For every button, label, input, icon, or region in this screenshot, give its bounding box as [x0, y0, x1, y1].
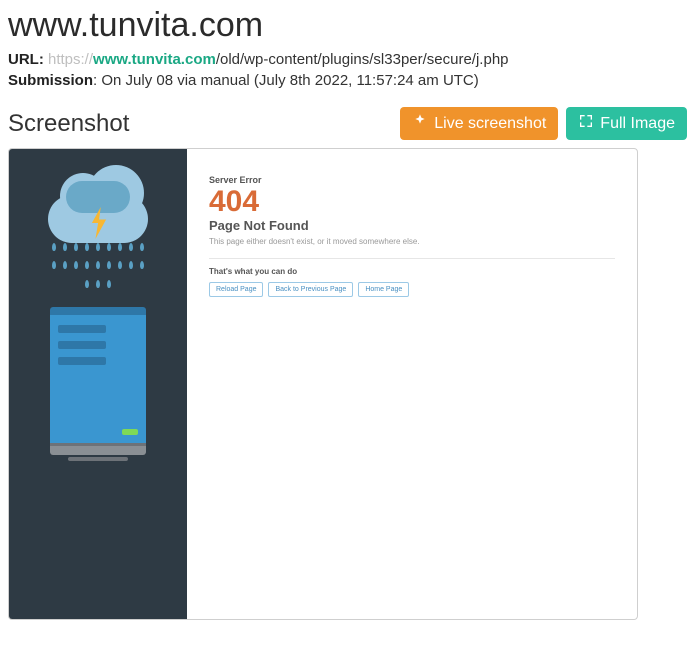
error-code: 404 [209, 185, 615, 218]
submission-label: Submission [8, 72, 93, 89]
reload-page-button[interactable]: Reload Page [209, 282, 263, 297]
expand-icon [578, 113, 594, 134]
url-path: /old/wp-content/plugins/sl33per/secure/j… [216, 51, 509, 68]
screenshot-sidebar [9, 149, 187, 619]
server-error-label: Server Error [209, 175, 615, 185]
page-title: www.tunvita.com [8, 6, 687, 45]
submission-text: : On July 08 via manual (July 8th 2022, … [93, 72, 479, 89]
url-line: URL: https://www.tunvita.com/old/wp-cont… [8, 51, 687, 68]
storm-cloud-icon [38, 177, 158, 297]
full-image-button[interactable]: Full Image [566, 107, 687, 140]
screenshot-content: Server Error 404 Page Not Found This pag… [187, 149, 637, 619]
url-protocol: https:// [48, 51, 93, 68]
url-label: URL: [8, 51, 44, 68]
live-screenshot-label: Live screenshot [434, 115, 546, 133]
section-heading: Screenshot [8, 110, 129, 138]
error-description: This page either doesn't exist, or it mo… [209, 237, 615, 246]
rain-icon [50, 243, 146, 293]
lightning-icon [88, 207, 110, 239]
full-image-label: Full Image [600, 115, 675, 133]
submission-line: Submission: On July 08 via manual (July … [8, 72, 687, 89]
back-button[interactable]: Back to Previous Page [268, 282, 353, 297]
divider [209, 258, 615, 259]
home-page-button[interactable]: Home Page [358, 282, 409, 297]
page-not-found-label: Page Not Found [209, 218, 615, 233]
sparkle-icon [412, 113, 428, 134]
screenshot-preview[interactable]: Server Error 404 Page Not Found This pag… [8, 148, 638, 620]
can-do-label: That's what you can do [209, 267, 615, 276]
live-screenshot-button[interactable]: Live screenshot [400, 107, 558, 140]
server-icon [50, 307, 146, 461]
url-host: www.tunvita.com [93, 51, 216, 68]
